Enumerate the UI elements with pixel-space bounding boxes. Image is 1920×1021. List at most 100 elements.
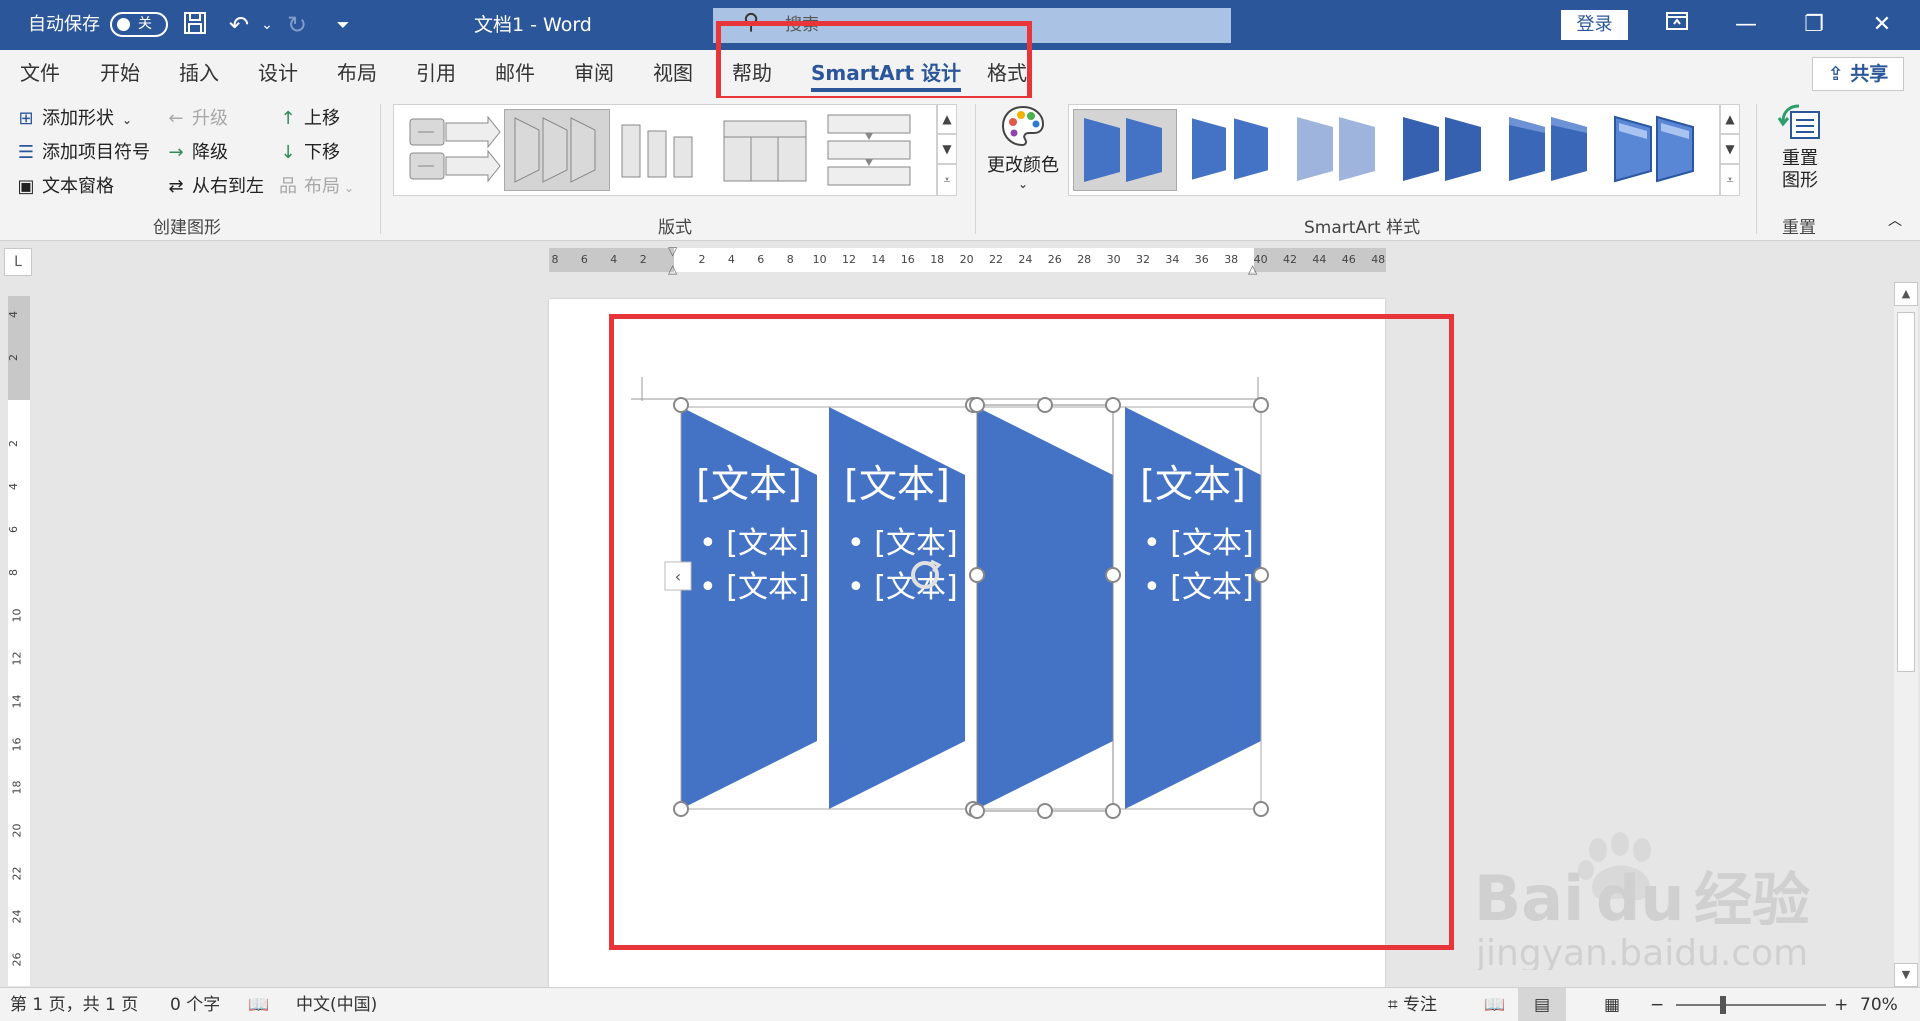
tab-view[interactable]: 视图 xyxy=(653,50,693,98)
bullet-list-icon: ☰ xyxy=(17,142,35,163)
autosave-state: 关 xyxy=(138,16,152,32)
group-label-smartart-styles: SmartArt 样式 xyxy=(1304,218,1421,238)
annotation-box-smartart xyxy=(609,314,1454,950)
style-item[interactable] xyxy=(1181,109,1287,191)
layout-item-selected[interactable] xyxy=(504,109,610,191)
demote-button[interactable]: → 降级 xyxy=(164,138,228,164)
right-indent-marker[interactable]: △ xyxy=(1248,262,1257,276)
undo-dropdown-icon[interactable]: ⌄ xyxy=(252,10,282,40)
watermark-brand-c: 经验 xyxy=(1694,866,1810,934)
tab-mailings[interactable]: 邮件 xyxy=(495,50,535,98)
document-title: 文档1 - Word xyxy=(474,14,592,36)
promote-label: 升级 xyxy=(192,108,228,129)
styles-scroll-down-button[interactable]: ▼ xyxy=(1720,134,1740,164)
focus-mode-button[interactable]: ⌗ 专注 xyxy=(1388,988,1437,1021)
tab-review[interactable]: 审阅 xyxy=(574,50,614,98)
arrow-up-icon: ↑ xyxy=(280,108,296,129)
watermark-url: jingyan.baidu.com xyxy=(1475,933,1808,970)
add-bullet-label: 添加项目符号 xyxy=(42,142,150,163)
page-count[interactable]: 第 1 页，共 1 页 xyxy=(10,988,138,1021)
add-bullet-button[interactable]: ☰ 添加项目符号 xyxy=(14,138,150,164)
first-line-indent-marker[interactable]: ▽ xyxy=(668,244,677,258)
scroll-down-button[interactable]: ▼ xyxy=(1894,963,1918,987)
minimize-icon[interactable]: — xyxy=(1718,0,1774,50)
style-item-selected[interactable] xyxy=(1073,109,1177,191)
proofing-icon[interactable]: 📖 xyxy=(248,988,269,1021)
scroll-up-button[interactable]: ▲ xyxy=(1894,282,1918,306)
styles-more-button[interactable]: ⩡ xyxy=(1720,164,1740,196)
promote-button[interactable]: ← 升级 xyxy=(164,104,228,130)
language-indicator[interactable]: 中文(中国) xyxy=(296,988,377,1021)
style-item[interactable] xyxy=(1393,109,1499,191)
tab-layout[interactable]: 布局 xyxy=(337,50,377,98)
word-count[interactable]: 0 个字 xyxy=(170,988,220,1021)
add-shape-button[interactable]: ⊞ 添加形状 ⌄ xyxy=(14,104,132,130)
change-colors-button[interactable]: 更改颜色 ⌄ xyxy=(986,104,1060,191)
layout-item[interactable] xyxy=(816,109,922,191)
share-button[interactable]: ⇪ 共享 xyxy=(1812,57,1904,91)
move-down-button[interactable]: ↓ 下移 xyxy=(276,138,340,164)
tab-file[interactable]: 文件 xyxy=(20,50,60,98)
ribbon-display-options-icon[interactable] xyxy=(1649,0,1705,50)
text-pane-button[interactable]: ▣ 文本窗格 xyxy=(14,172,114,198)
style-item[interactable] xyxy=(1287,109,1393,191)
collapse-ribbon-button[interactable]: ︿ xyxy=(1888,210,1902,230)
print-layout-icon[interactable]: ▤ xyxy=(1518,988,1566,1021)
ruler-tick-label: 46 xyxy=(1341,253,1356,266)
styles-scroll-up-button[interactable]: ▲ xyxy=(1720,104,1740,134)
move-up-button[interactable]: ↑ 上移 xyxy=(276,104,340,130)
smartart-styles-gallery xyxy=(1068,104,1720,196)
ruler-tick-label: 22 xyxy=(989,253,1003,266)
layout-item[interactable] xyxy=(400,109,506,191)
gallery-scroll-down-button[interactable]: ▼ xyxy=(937,134,957,164)
horizontal-ruler[interactable]: 8 6 4 2 2 4 6 8 10 12 14 16 18 20 22 24 26 28 30 32 34 36 38 40… xyxy=(549,244,1386,276)
ruler-tick-label: 2 xyxy=(7,440,20,447)
right-to-left-label: 从右到左 xyxy=(192,176,264,197)
restore-icon[interactable]: ❐ xyxy=(1786,0,1842,50)
ruler-tick-label: 38 xyxy=(1224,253,1239,266)
zoom-in-button[interactable]: + xyxy=(1834,988,1848,1021)
ruler-tick-label: 4 xyxy=(727,253,735,266)
tab-selector-button[interactable]: L xyxy=(4,248,32,276)
close-icon[interactable]: ✕ xyxy=(1854,0,1910,50)
tab-design[interactable]: 设计 xyxy=(258,50,298,98)
ruler-tick-label: 8 xyxy=(551,253,559,266)
tab-home[interactable]: 开始 xyxy=(100,50,140,98)
gallery-more-button[interactable]: ⩡ xyxy=(937,164,957,196)
style-item[interactable] xyxy=(1605,109,1711,191)
ruler-tick-label: 12 xyxy=(842,253,856,266)
ruler-tick-label: 6 xyxy=(580,253,588,266)
move-down-label: 下移 xyxy=(304,142,340,163)
right-to-left-button[interactable]: ⇄ 从右到左 xyxy=(164,172,264,198)
left-indent-marker[interactable]: △ xyxy=(668,262,677,276)
layout-item[interactable] xyxy=(608,109,714,191)
login-button[interactable]: 登录 xyxy=(1561,10,1628,40)
zoom-slider[interactable] xyxy=(1676,996,1826,1014)
autosave-toggle[interactable]: 关 xyxy=(110,12,168,37)
redo-icon[interactable]: ↻ xyxy=(282,10,312,40)
web-layout-icon[interactable]: ▦ xyxy=(1604,988,1620,1021)
ruler-tick-label: 8 xyxy=(786,253,794,266)
chevron-down-icon: ⌄ xyxy=(122,113,133,127)
zoom-level[interactable]: 70% xyxy=(1860,988,1898,1021)
zoom-slider-thumb[interactable] xyxy=(1720,996,1726,1014)
customize-quick-access-icon[interactable]: ⏷ xyxy=(328,10,358,40)
tab-insert[interactable]: 插入 xyxy=(179,50,219,98)
tab-references[interactable]: 引用 xyxy=(416,50,456,98)
ruler-tick-label: 6 xyxy=(7,526,20,533)
zoom-out-button[interactable]: − xyxy=(1650,988,1664,1021)
undo-icon[interactable]: ↶ xyxy=(224,10,254,40)
save-icon[interactable] xyxy=(180,10,210,40)
read-mode-icon[interactable]: 📖 xyxy=(1484,988,1505,1021)
ruler-tick-label: 16 xyxy=(900,253,915,266)
vertical-ruler[interactable]: 4 2 2 4 6 8 10 12 14 16 18 20 22 24 26 xyxy=(7,296,30,986)
vertical-scrollbar[interactable]: ▲ ▼ xyxy=(1894,282,1918,987)
scrollbar-thumb[interactable] xyxy=(1897,312,1915,672)
gallery-scroll-up-button[interactable]: ▲ xyxy=(937,104,957,134)
style-item[interactable] xyxy=(1499,109,1605,191)
reset-graphic-button[interactable]: 重置图形 xyxy=(1770,102,1830,192)
layout-item[interactable] xyxy=(712,109,818,191)
layout-button[interactable]: 品布局 ⌄ xyxy=(276,172,354,198)
layout-label: 布局 xyxy=(304,176,340,197)
separator xyxy=(1756,104,1757,234)
